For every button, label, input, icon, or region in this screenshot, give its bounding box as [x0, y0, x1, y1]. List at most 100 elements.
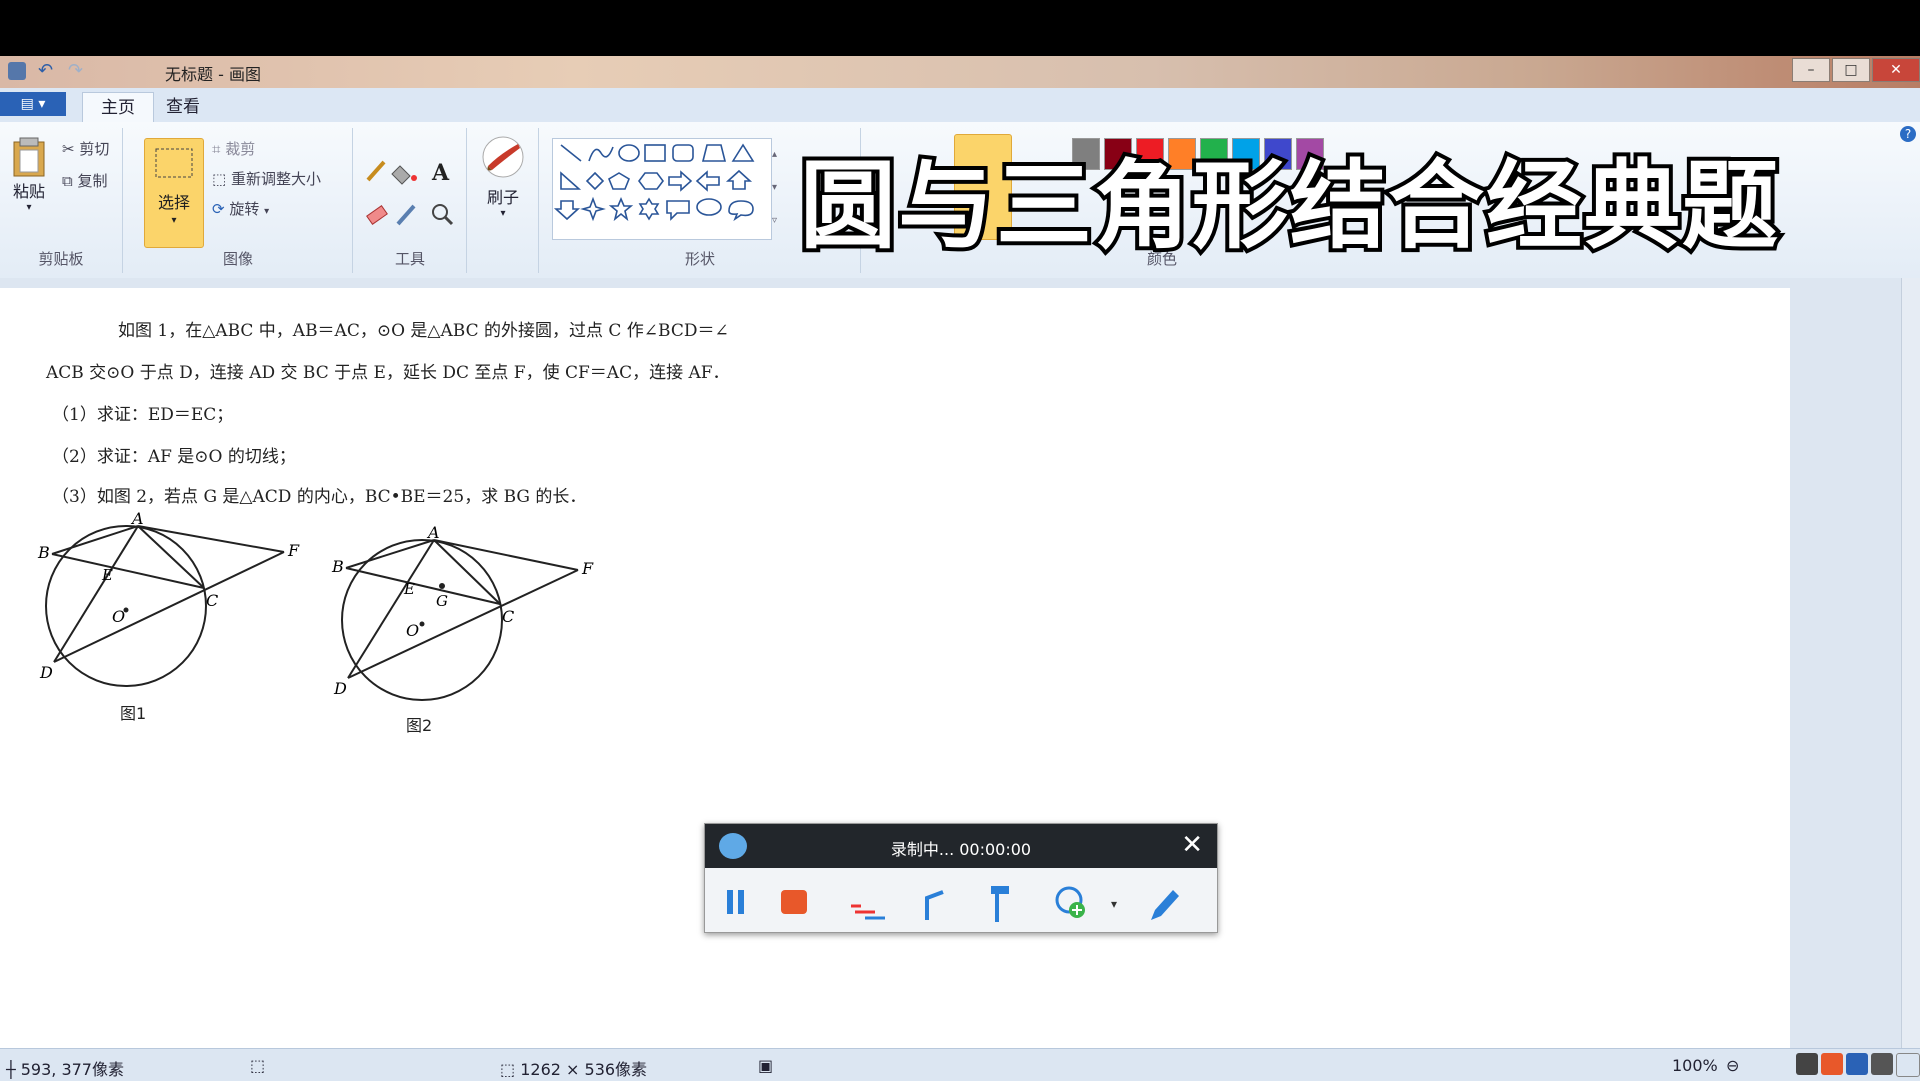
undo-icon[interactable]: ↶ [38, 62, 56, 80]
recorder-close-button[interactable]: ✕ [1181, 832, 1203, 858]
tools-group-label: 工具 [394, 250, 425, 268]
rect-callout-shape-icon [666, 200, 690, 221]
save-icon[interactable] [8, 62, 26, 80]
window-controls: – □ ✕ [1790, 58, 1920, 82]
window-title: 无标题 - 画图 [165, 65, 261, 84]
audio-icon[interactable] [925, 890, 944, 920]
title-bar: ↶ ↷ 无标题 - 画图 – □ ✕ [0, 56, 1920, 88]
shapes-gallery[interactable] [552, 138, 772, 240]
zoom-in-icon[interactable] [1896, 1053, 1920, 1077]
drawing-canvas[interactable]: 如图 1，在△ABC 中，AB＝AC，⊙O 是△ABC 的外接圆，过点 C 作∠… [0, 288, 1790, 1048]
label-f: F [287, 541, 300, 560]
status-bar: ┼ 593, 377像素 ⬚ ⬚ 1262 × 536像素 ▣ 100% ⊖ [0, 1048, 1920, 1081]
label-b: B [331, 557, 344, 576]
copy-label: 复制 [77, 172, 108, 190]
figure-2: A B C D E G F O [331, 524, 594, 701]
chevron-down-icon: ▾ [264, 206, 270, 217]
question-1: （1）求证：ED＝EC； [52, 405, 234, 425]
rectangle-shape-icon [644, 144, 666, 162]
screen-recorder-panel: 录制中... 00:00:00 ✕ ▾ [704, 823, 1218, 933]
figure-2-caption: 图2 [406, 716, 433, 735]
minimize-button[interactable]: – [1792, 58, 1830, 82]
star6-shape-icon [638, 197, 660, 221]
crop-button[interactable]: ⌗ 裁剪 [212, 138, 255, 159]
tray-icon[interactable] [1796, 1053, 1818, 1075]
label-c: C [206, 591, 218, 610]
copy-button[interactable]: ⧉ 复制 [62, 170, 108, 191]
flag-marker-icon[interactable] [991, 886, 1009, 922]
tray-icon[interactable] [1846, 1053, 1868, 1075]
sogou-icon[interactable] [1821, 1053, 1843, 1075]
question-2: （2）求证：AF 是⊙O 的切线； [52, 447, 296, 467]
image-size: ⬚ 1262 × 536像素 [500, 1056, 647, 1080]
resize-icon: ⬚ [212, 170, 227, 188]
color-picker-icon [396, 204, 416, 226]
image-group: 选择 ▾ ⌗ 裁剪 ⬚ 重新调整大小 ⟳ 旋转 ▾ 图像 [124, 128, 353, 273]
cursor-position: ┼ 593, 377像素 [6, 1056, 124, 1080]
pentagon-shape-icon [608, 172, 630, 190]
chevron-down-icon: ▾ [26, 202, 32, 213]
cloud-callout-shape-icon [728, 200, 754, 222]
label-e: E [101, 566, 113, 584]
app-menu-button[interactable]: ▤ ▾ [0, 92, 66, 116]
point-g [439, 583, 445, 589]
help-icon[interactable]: ? [1900, 126, 1916, 142]
label-g: G [436, 592, 448, 610]
star5-shape-icon [608, 196, 634, 222]
video-overlay-title: 圆与三角形结合经典题 [796, 146, 1782, 266]
vertical-scrollbar[interactable] [1901, 278, 1920, 1048]
circle-o [45, 525, 207, 687]
text-tool-icon: A [431, 160, 450, 186]
ribbon-tabs: ▤ ▾ 主页 查看 [0, 88, 1920, 123]
timeline-icon[interactable] [851, 904, 885, 920]
file-size-icon: ▣ [758, 1056, 774, 1075]
rotate-label: 旋转 [229, 200, 260, 218]
chevron-down-icon[interactable]: ▾ [1111, 897, 1117, 911]
black-top-band [0, 0, 1920, 56]
tray-icon[interactable] [1871, 1053, 1893, 1075]
question-3: （3）如图 2，若点 G 是△ACD 的内心，BC•BE＝25，求 BG 的长． [52, 487, 587, 507]
label-a: A [130, 510, 144, 528]
cut-label: 剪切 [79, 140, 110, 158]
pen-annotate-icon[interactable] [1151, 890, 1179, 920]
star4-shape-icon [580, 196, 606, 222]
webcam-add-icon[interactable] [1055, 886, 1085, 918]
label-a: A [426, 524, 440, 542]
quick-access-toolbar: ↶ ↷ [8, 62, 86, 80]
rounded-rectangle-shape-icon [672, 144, 694, 162]
brush-label: 刷子 [486, 188, 519, 207]
zoom-out-button[interactable]: ⊖ [1726, 1056, 1739, 1075]
tools-group: A 工具 [354, 128, 467, 273]
label-e: E [403, 580, 415, 598]
maximize-button[interactable]: □ [1832, 58, 1870, 82]
copy-icon: ⧉ [62, 172, 73, 190]
label-b: B [37, 543, 50, 562]
tab-view[interactable]: 查看 [148, 92, 218, 122]
selection-rectangle-icon [155, 148, 193, 178]
crosshair-icon: ┼ [6, 1060, 16, 1079]
paste-label: 粘贴 [12, 182, 45, 201]
shapes-scroll-icon[interactable]: ▴ ▾ ▿ [772, 138, 777, 237]
select-button[interactable]: 选择 ▾ [144, 138, 204, 248]
crop-icon: ⌗ [212, 140, 221, 158]
clipboard-group-label: 剪贴板 [38, 250, 84, 268]
recording-status: 录制中... 00:00:00 [890, 840, 1032, 859]
cut-button[interactable]: ✂ 剪切 [62, 138, 109, 159]
label-d: D [333, 679, 347, 698]
close-button[interactable]: ✕ [1872, 58, 1920, 82]
redo-icon[interactable]: ↷ [68, 62, 86, 80]
stop-icon[interactable] [781, 890, 807, 914]
brush-button[interactable]: 刷子 ▾ [476, 134, 530, 219]
problem-line-2: ACB 交⊙O 于点 D，连接 AD 交 BC 于点 E，延长 DC 至点 F，… [46, 363, 730, 383]
rotate-button[interactable]: ⟳ 旋转 ▾ [212, 198, 269, 219]
clipboard-group: 粘贴 ▾ ✂ 剪切 ⧉ 复制 剪贴板 [0, 128, 123, 273]
crop-label: 裁剪 [225, 140, 256, 158]
diamond-shape-icon [585, 171, 605, 191]
right-arrow-shape-icon [668, 170, 693, 192]
paste-button[interactable]: 粘贴 ▾ [8, 136, 50, 213]
pause-icon[interactable] [727, 890, 744, 914]
circle-o [341, 539, 503, 701]
resize-label: 重新调整大小 [230, 170, 321, 188]
tab-home[interactable]: 主页 [82, 92, 154, 123]
resize-button[interactable]: ⬚ 重新调整大小 [212, 168, 321, 189]
